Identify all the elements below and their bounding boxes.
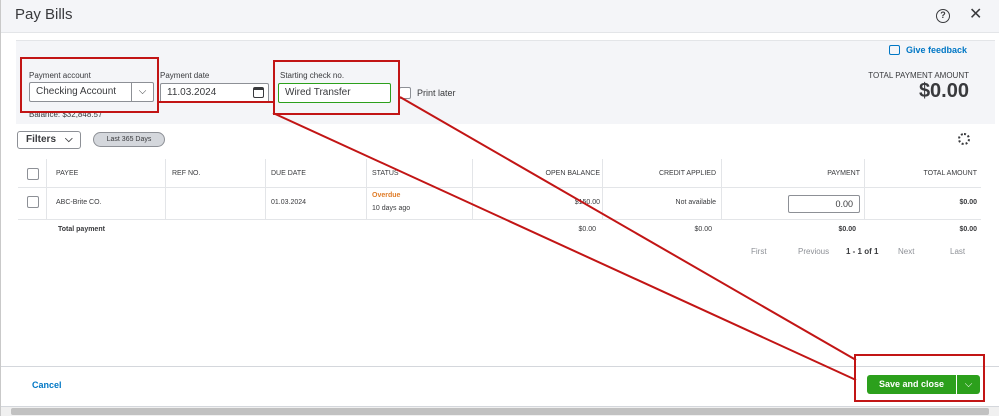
- header-open-balance[interactable]: OPEN BALANCE: [478, 170, 600, 177]
- totals-credit-applied: $0.00: [694, 226, 712, 233]
- totals-open-balance: $0.00: [578, 226, 596, 233]
- annotation-box-payment-account: [20, 57, 159, 113]
- header-ref-no[interactable]: REF NO.: [172, 170, 200, 177]
- help-icon[interactable]: ?: [936, 9, 950, 23]
- row-payee: ABC-Brite CO.: [56, 199, 102, 206]
- row-checkbox[interactable]: [27, 196, 39, 208]
- total-payment-value: $0.00: [918, 80, 969, 102]
- payment-date-label: Payment date: [160, 71, 210, 80]
- payment-date-input[interactable]: 11.03.2024: [160, 83, 269, 103]
- row-open-balance: $150.00: [574, 199, 600, 206]
- pagination-previous[interactable]: Previous: [798, 247, 829, 256]
- gear-icon[interactable]: [958, 133, 970, 145]
- header-total-amount[interactable]: TOTAL AMOUNT: [870, 170, 977, 177]
- pagination-next[interactable]: Next: [898, 247, 914, 256]
- scrollbar-thumb[interactable]: [11, 408, 989, 415]
- row-credit-applied: Not available: [675, 199, 716, 206]
- payment-amount-input[interactable]: 0.00: [788, 195, 860, 213]
- row-status-detail: 10 days ago: [372, 205, 411, 212]
- pay-bills-dialog: Pay Bills ? ✕ Payment account Checking A…: [0, 0, 999, 416]
- table-header-row: PAYEE REF NO. DUE DATE STATUS OPEN BALAN…: [18, 159, 981, 188]
- row-due-date: 01.03.2024: [271, 199, 307, 206]
- header-status[interactable]: STATUS: [372, 170, 399, 177]
- print-later-label: Print later: [417, 88, 456, 98]
- horizontal-scrollbar[interactable]: [1, 406, 999, 416]
- header-payee[interactable]: PAYEE: [56, 170, 78, 177]
- dialog-title: Pay Bills: [15, 6, 73, 23]
- footer-divider: [1, 366, 999, 367]
- date-range-chip[interactable]: Last 365 Days: [93, 132, 165, 147]
- payment-date-value: 11.03.2024: [167, 87, 217, 98]
- pagination-first[interactable]: First: [751, 247, 767, 256]
- header-due-date[interactable]: DUE DATE: [271, 170, 306, 177]
- chevron-down-icon: ⌵: [65, 134, 73, 145]
- filters-button-label: Filters: [26, 134, 57, 145]
- table-row: ABC-Brite CO. 01.03.2024 Overdue 10 days…: [18, 188, 981, 220]
- select-all-checkbox[interactable]: [27, 168, 39, 180]
- header-credit-applied[interactable]: CREDIT APPLIED: [608, 170, 716, 177]
- pagination-current: 1 - 1 of 1: [846, 247, 879, 256]
- totals-label: Total payment: [58, 226, 105, 233]
- cancel-button[interactable]: Cancel: [32, 380, 62, 390]
- dialog-header: Pay Bills ? ✕: [1, 0, 999, 33]
- row-status: Overdue: [372, 192, 401, 199]
- header-payment[interactable]: PAYMENT: [727, 170, 860, 177]
- feedback-icon[interactable]: [889, 45, 900, 55]
- filters-button[interactable]: Filters ⌵: [17, 131, 81, 149]
- give-feedback-link[interactable]: Give feedback: [906, 45, 967, 55]
- annotation-box-starting-check: [273, 60, 400, 115]
- totals-payment: $0.00: [838, 226, 856, 233]
- calendar-icon[interactable]: [253, 87, 264, 98]
- pagination-last[interactable]: Last: [950, 247, 965, 256]
- total-payment-label: TOTAL PAYMENT AMOUNT: [868, 71, 969, 80]
- print-later-checkbox[interactable]: [399, 87, 411, 99]
- annotation-box-save-button: [854, 354, 985, 402]
- totals-row: Total payment $0.00 $0.00 $0.00 $0.00: [18, 220, 981, 240]
- totals-total-amount: $0.00: [959, 226, 977, 233]
- row-total-amount: $0.00: [959, 199, 977, 206]
- close-icon[interactable]: ✕: [969, 6, 982, 24]
